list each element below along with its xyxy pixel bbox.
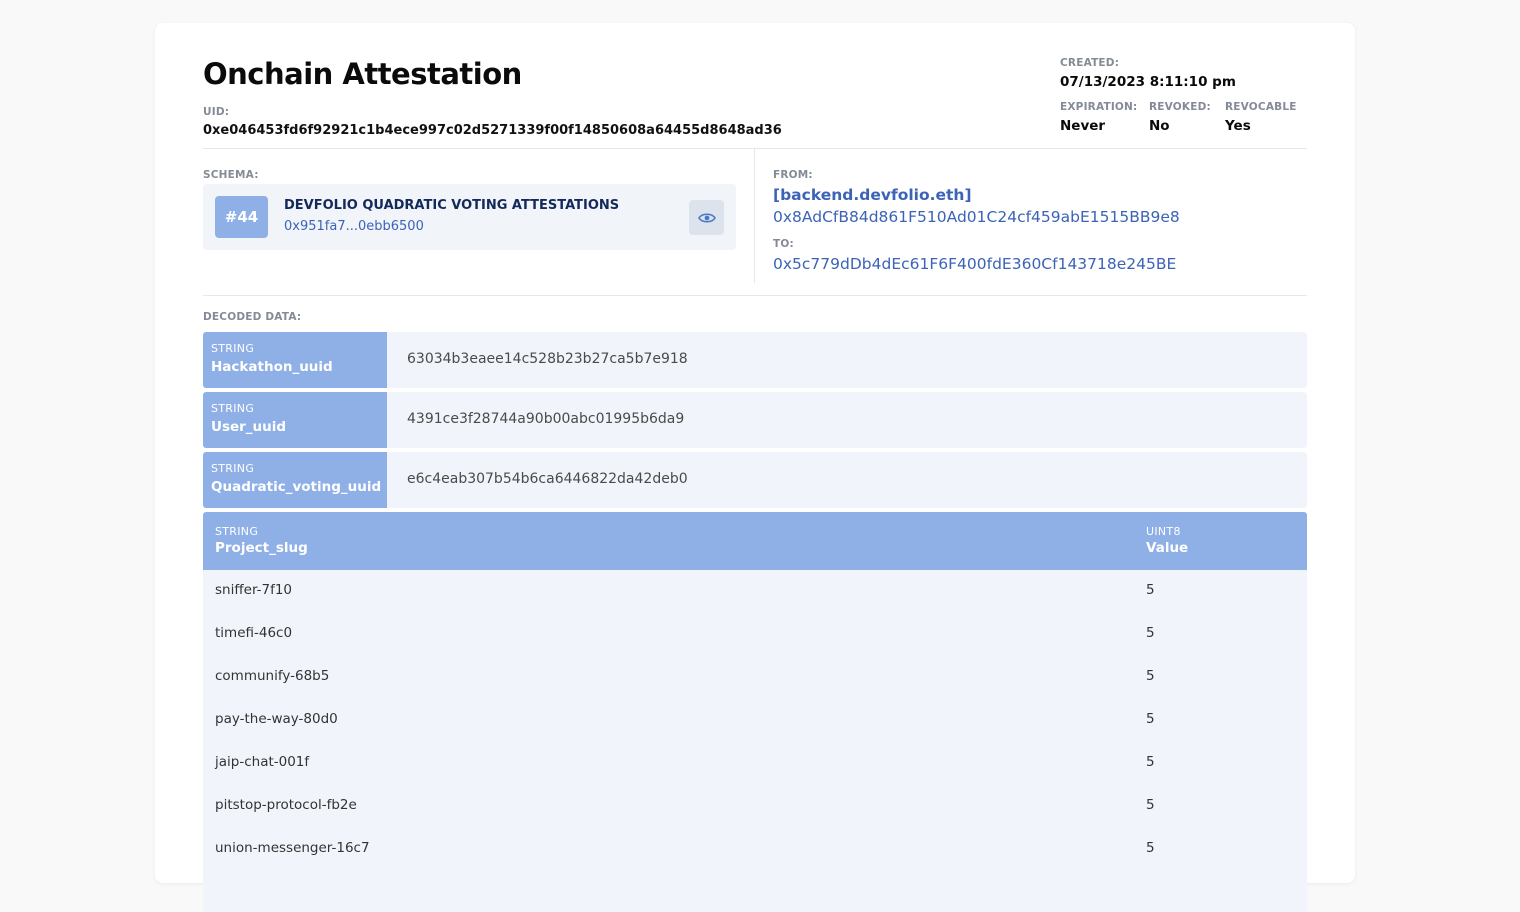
view-schema-button[interactable] bbox=[689, 200, 724, 235]
value-cell: 5 bbox=[1146, 582, 1155, 598]
column-header-value: UINT8 Value bbox=[1146, 525, 1188, 556]
from-address-link[interactable]: 0x8AdCfB84d861F510Ad01C24cf459abE1515BB9… bbox=[773, 208, 1180, 226]
decoded-data-label: DECODED DATA: bbox=[203, 311, 302, 323]
column-name: Value bbox=[1146, 540, 1189, 556]
page-title: Onchain Attestation bbox=[203, 57, 522, 91]
field-type: STRING bbox=[211, 462, 255, 475]
table-row: communify-68b5 5 bbox=[203, 656, 1307, 699]
schema-card[interactable]: #44 DEVFOLIO QUADRATIC VOTING ATTESTATIO… bbox=[203, 184, 736, 250]
column-header-project-slug: STRING Project_slug bbox=[215, 525, 308, 556]
value-cell: 5 bbox=[1146, 797, 1155, 813]
field-key: STRING Quadratic_voting_uuid bbox=[203, 452, 387, 508]
table-row: sniffer-7f10 5 bbox=[203, 570, 1307, 613]
revocable-label: REVOCABLE bbox=[1225, 101, 1297, 113]
field-type: STRING bbox=[211, 342, 255, 355]
schema-label: SCHEMA: bbox=[203, 169, 259, 181]
column-type: STRING bbox=[215, 525, 259, 538]
decoded-field-row: STRING User_uuid 4391ce3f28744a90b00abc0… bbox=[203, 392, 1307, 448]
table-row: pitstop-protocol-fb2e 5 bbox=[203, 785, 1307, 828]
uid-value: 0xe046453fd6f92921c1b4ece997c02d5271339f… bbox=[203, 123, 782, 138]
project-slug-cell: communify-68b5 bbox=[215, 668, 330, 684]
value-cell: 5 bbox=[1146, 668, 1155, 684]
expiration-label: EXPIRATION: bbox=[1060, 101, 1138, 113]
revoked-label: REVOKED: bbox=[1149, 101, 1211, 113]
project-slug-cell: sniffer-7f10 bbox=[215, 582, 293, 598]
field-value: e6c4eab307b54b6ca6446822da42deb0 bbox=[407, 471, 688, 487]
project-slug-cell: pay-the-way-80d0 bbox=[215, 711, 338, 727]
header-divider bbox=[203, 148, 1307, 149]
field-name: User_uuid bbox=[211, 419, 287, 435]
created-value: 07/13/2023 8:11:10 pm bbox=[1060, 74, 1236, 90]
vertical-divider bbox=[754, 149, 755, 283]
parties-divider bbox=[203, 295, 1307, 296]
project-slug-cell: jaip-chat-001f bbox=[215, 754, 310, 770]
eye-icon bbox=[697, 212, 716, 223]
column-name: Project_slug bbox=[215, 540, 308, 556]
attestation-card: Onchain Attestation UID: 0xe046453fd6f92… bbox=[155, 23, 1355, 912]
from-ens-link[interactable]: [backend.devfolio.eth] bbox=[773, 186, 972, 204]
table-header: STRING Project_slug UINT8 Value bbox=[203, 512, 1307, 570]
field-name: Hackathon_uuid bbox=[211, 359, 333, 375]
field-key: STRING User_uuid bbox=[203, 392, 387, 448]
value-cell: 5 bbox=[1146, 625, 1155, 641]
project-votes-table: STRING Project_slug UINT8 Value sniffer-… bbox=[203, 512, 1307, 912]
to-label: TO: bbox=[773, 238, 794, 250]
schema-hash-link[interactable]: 0x951fa7...0ebb6500 bbox=[284, 219, 424, 234]
project-slug-cell: union-messenger-16c7 bbox=[215, 840, 370, 856]
field-name: Quadratic_voting_uuid bbox=[211, 479, 382, 495]
expiration-value: Never bbox=[1060, 118, 1106, 134]
field-key: STRING Hackathon_uuid bbox=[203, 332, 387, 388]
table-row: timefi-46c0 5 bbox=[203, 613, 1307, 656]
project-slug-cell: pitstop-protocol-fb2e bbox=[215, 797, 357, 813]
from-label: FROM: bbox=[773, 169, 813, 181]
revoked-value: No bbox=[1149, 118, 1170, 134]
uid-label: UID: bbox=[203, 106, 230, 118]
field-value: 63034b3eaee14c528b23b27ca5b7e918 bbox=[407, 351, 688, 367]
revocable-value: Yes bbox=[1225, 118, 1251, 134]
column-type: UINT8 bbox=[1146, 525, 1181, 538]
table-row: jaip-chat-001f 5 bbox=[203, 742, 1307, 785]
schema-name[interactable]: DEVFOLIO QUADRATIC VOTING ATTESTATIONS bbox=[284, 198, 619, 213]
to-address-link[interactable]: 0x5c779dDb4dEc61F6F400fdE360Cf143718e245… bbox=[773, 255, 1176, 273]
project-slug-cell: timefi-46c0 bbox=[215, 625, 293, 641]
value-cell: 5 bbox=[1146, 840, 1155, 856]
field-type: STRING bbox=[211, 402, 255, 415]
table-row: union-messenger-16c7 5 bbox=[203, 828, 1307, 871]
value-cell: 5 bbox=[1146, 711, 1155, 727]
decoded-field-row: STRING Quadratic_voting_uuid e6c4eab307b… bbox=[203, 452, 1307, 508]
decoded-field-row: STRING Hackathon_uuid 63034b3eaee14c528b… bbox=[203, 332, 1307, 388]
schema-number-badge[interactable]: #44 bbox=[215, 196, 268, 238]
value-cell: 5 bbox=[1146, 754, 1155, 770]
table-row: pay-the-way-80d0 5 bbox=[203, 699, 1307, 742]
field-value: 4391ce3f28744a90b00abc01995b6da9 bbox=[407, 411, 685, 427]
created-label: CREATED: bbox=[1060, 57, 1120, 69]
